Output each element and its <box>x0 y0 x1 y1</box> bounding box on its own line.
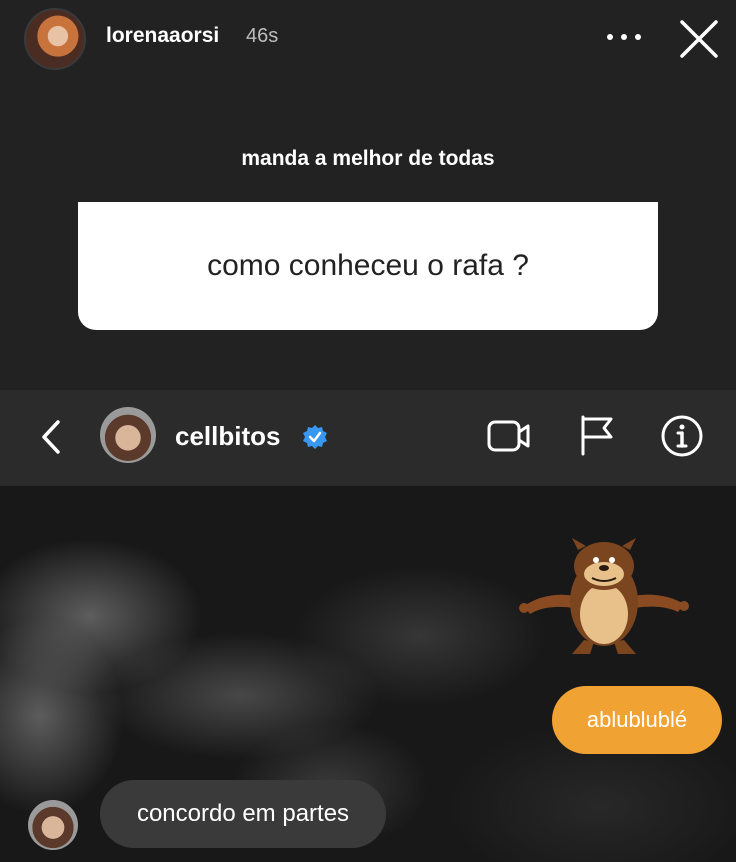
outgoing-message-bubble[interactable]: ablublublé <box>552 686 722 754</box>
incoming-message-bubble[interactable]: concordo em partes <box>100 780 386 848</box>
flag-icon[interactable] <box>578 414 616 456</box>
dm-header: cellbitos <box>0 390 736 486</box>
story-panel: lorenaaorsi 46s manda a melhor de todas … <box>0 0 736 390</box>
dm-username[interactable]: cellbitos <box>175 421 280 452</box>
question-text: como conheceu o rafa ? <box>207 249 529 282</box>
sender-avatar[interactable] <box>28 800 78 850</box>
back-icon[interactable] <box>36 412 66 462</box>
close-icon[interactable] <box>678 18 720 60</box>
story-username[interactable]: lorenaaorsi <box>106 24 219 48</box>
verified-badge-icon <box>303 425 327 449</box>
question-sticker: como conheceu o rafa ? <box>78 202 658 330</box>
story-avatar[interactable] <box>24 8 86 70</box>
question-prompt-label: manda a melhor de todas <box>241 147 495 170</box>
info-icon[interactable] <box>660 414 704 458</box>
more-dots-icon[interactable] <box>607 22 641 52</box>
video-camera-icon[interactable] <box>486 418 532 454</box>
dm-avatar[interactable] <box>100 407 156 463</box>
story-timestamp: 46s <box>246 25 279 47</box>
chat-thread: ablublublé concordo em partes <box>0 486 736 862</box>
tasmanian-devil-sticker[interactable] <box>516 536 692 658</box>
